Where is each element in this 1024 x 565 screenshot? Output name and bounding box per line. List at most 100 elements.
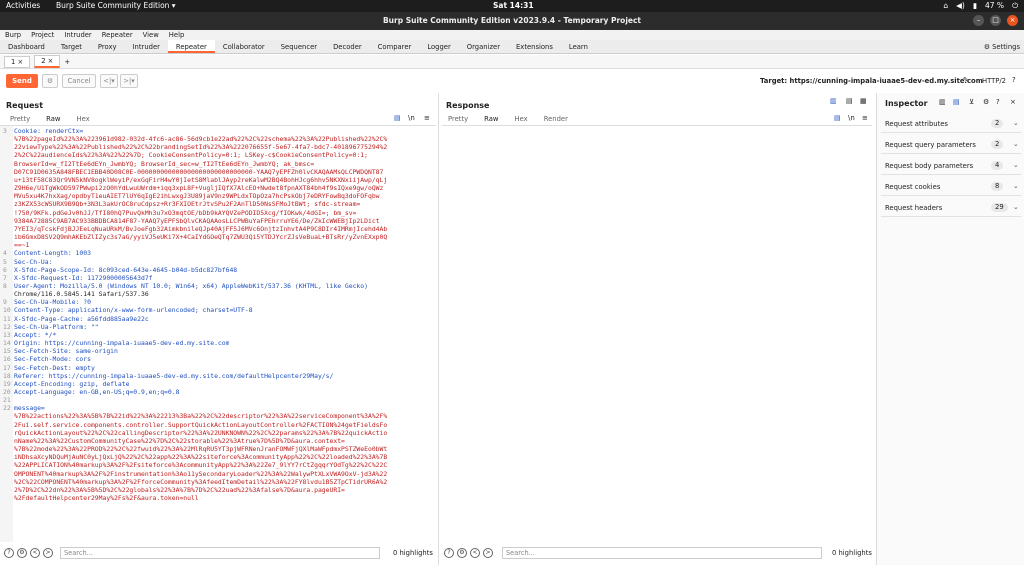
line-text: Cookie: renderCtx=: [14, 127, 84, 135]
chevron-down-icon: ⌄: [1013, 203, 1019, 211]
clock[interactable]: Sat 14:31: [493, 1, 534, 10]
repeater-tab-2[interactable]: 2 ×: [34, 55, 61, 68]
line-text: 2Fui.self.service.components.controller.…: [14, 420, 388, 429]
inspector-layout-icon[interactable]: ▥: [939, 98, 946, 106]
tab-comparer[interactable]: Comparer: [370, 40, 420, 53]
line-text: 7YEI3/qTcskFdjBJJEeLqNuaURkM/BvJoeFgb32A…: [14, 224, 388, 233]
menu-help[interactable]: Help: [169, 30, 185, 40]
inspector-settings-icon[interactable]: ⚙: [983, 98, 989, 106]
inspector-layout-active-icon[interactable]: ▤: [953, 98, 960, 106]
layout-side-icon[interactable]: ▥: [830, 97, 837, 105]
row-label: Request headers: [885, 204, 943, 212]
newline-icon[interactable]: \n: [408, 114, 415, 122]
app-menu[interactable]: Burp Suite Community Edition ▾: [56, 1, 176, 10]
inspector-row-cookies[interactable]: Request cookies 8 ⌄: [881, 178, 1021, 196]
maximize-icon[interactable]: □: [990, 15, 1001, 26]
line-text: ==~1: [14, 241, 30, 250]
response-prev-circle-icon[interactable]: <: [470, 548, 480, 558]
activities-button[interactable]: Activities: [6, 1, 40, 10]
minimize-icon[interactable]: –: [973, 15, 984, 26]
response-search-input[interactable]: Search...: [502, 547, 822, 559]
response-newline-icon[interactable]: \n: [848, 114, 855, 122]
settings-gear-icon[interactable]: ⚙: [42, 74, 58, 88]
tab-extensions[interactable]: Extensions: [508, 40, 561, 53]
response-editor[interactable]: [442, 125, 872, 542]
menu-intruder[interactable]: Intruder: [64, 30, 91, 40]
line-text: %7B%22actions%22%3A%5B%7B%22id%22%3A%222…: [14, 412, 388, 421]
response-format-icon[interactable]: ▤: [834, 114, 841, 122]
response-next-circle-icon[interactable]: >: [483, 548, 493, 558]
tab-learn[interactable]: Learn: [561, 40, 596, 53]
inspector-row-body[interactable]: Request body parameters 4 ⌄: [881, 157, 1021, 175]
line-text: message=: [14, 404, 45, 413]
tab-intruder[interactable]: Intruder: [125, 40, 168, 53]
prev-circle-icon[interactable]: <: [30, 548, 40, 558]
close-icon[interactable]: ×: [1007, 15, 1018, 26]
window-titlebar: Burp Suite Community Edition v2023.9.4 -…: [0, 12, 1024, 30]
inspector-row-headers[interactable]: Request headers 29 ⌄: [881, 199, 1021, 217]
tab-proxy[interactable]: Proxy: [90, 40, 125, 53]
inspector-row-attributes[interactable]: Request attributes 2 ⌄: [881, 115, 1021, 133]
help-circle-icon[interactable]: ?: [4, 548, 14, 558]
next-circle-icon[interactable]: >: [43, 548, 53, 558]
tab-decoder[interactable]: Decoder: [325, 40, 370, 53]
layout-stack-icon[interactable]: ▤: [846, 97, 853, 105]
line-text: %2C%22COMPONENT%40markup%3A%2F%2FforceCo…: [14, 477, 388, 486]
line-text: Content-Length: 1003: [14, 249, 91, 258]
menu-burp[interactable]: Burp: [5, 30, 21, 40]
tab-target[interactable]: Target: [53, 40, 90, 53]
code-line: 16Sec-Fetch-Mode: cors: [3, 355, 434, 363]
http-version[interactable]: HTTP/2: [982, 77, 1006, 85]
menu-view[interactable]: View: [143, 30, 159, 40]
send-button[interactable]: Send: [6, 74, 38, 88]
request-editor[interactable]: 3Cookie: renderCtx=%7B%22pageId%22%3A%22…: [0, 125, 436, 542]
cancel-button[interactable]: Cancel: [62, 74, 96, 88]
tab-dashboard[interactable]: Dashboard: [0, 40, 53, 53]
settings-circle-icon[interactable]: ⚙: [17, 548, 27, 558]
battery-icon: ▮: [972, 1, 977, 10]
system-tray[interactable]: ⌂ ◀) ▮ 47 % ⏻: [943, 1, 1018, 11]
tab-collaborator[interactable]: Collaborator: [215, 40, 273, 53]
request-search-input[interactable]: Search...: [60, 547, 380, 559]
response-menu-icon[interactable]: ≡: [862, 114, 868, 122]
tab-organizer[interactable]: Organizer: [459, 40, 508, 53]
tab-logger[interactable]: Logger: [419, 40, 458, 53]
line-text: Accept-Language: en-GB,en-US;q=0.9,en;q=…: [14, 388, 180, 396]
row-label: Request body parameters: [885, 162, 974, 170]
request-title: Request: [6, 101, 44, 110]
response-help-circle-icon[interactable]: ?: [444, 548, 454, 558]
inspector-close-icon[interactable]: ×: [1010, 98, 1016, 106]
settings-button[interactable]: ⚙ Settings: [984, 40, 1020, 54]
add-tab-button[interactable]: +: [64, 58, 70, 66]
code-line: ==~1: [14, 241, 434, 249]
menu-icon[interactable]: ≡: [424, 114, 430, 122]
tab-repeater[interactable]: Repeater: [167, 40, 215, 53]
response-settings-circle-icon[interactable]: ⚙: [457, 548, 467, 558]
line-text: Sec-Ch-Ua-Platform: "": [14, 322, 99, 331]
panel-divider[interactable]: [438, 93, 439, 565]
edit-target-icon[interactable]: ✎: [963, 76, 969, 84]
back-arrow-icon[interactable]: <|▾: [100, 74, 118, 88]
menu-project[interactable]: Project: [31, 30, 54, 40]
forward-arrow-icon[interactable]: >|▾: [120, 74, 138, 88]
inspector-row-query[interactable]: Request query parameters 2 ⌄: [881, 136, 1021, 154]
inspector-help-icon[interactable]: ?: [996, 98, 1000, 106]
row-label: Request cookies: [885, 183, 941, 191]
format-icon[interactable]: ▤: [394, 114, 401, 122]
line-text: D07C91D0635A848FBEC1EBB40D08C0E-00000000…: [14, 167, 384, 176]
line-text: Sec-Ch-Ua:: [14, 257, 53, 266]
layout-tabs-icon[interactable]: ▦: [860, 97, 867, 105]
code-line: 11X-Sfdc-Page-Cache: a56fdd885aa9e22c: [3, 315, 434, 323]
menu-repeater[interactable]: Repeater: [102, 30, 133, 40]
chevron-down-icon: ⌄: [1013, 182, 1019, 190]
code-line: iNDhsaXcyNDQuMjAuNC0yLjQxLjQ%22%2C%22app…: [14, 453, 434, 461]
request-code: 3Cookie: renderCtx=%7B%22pageId%22%3A%22…: [3, 127, 434, 502]
inspector-filter-icon[interactable]: ⊻: [969, 98, 974, 106]
tab-sequencer[interactable]: Sequencer: [273, 40, 325, 53]
line-text: rQuickActionLayout%22%2C%22callingDescri…: [14, 428, 388, 437]
line-text: %7B%22mode%22%3A%22PROD%22%2C%22fwuid%22…: [14, 445, 388, 454]
help-icon[interactable]: ?: [1012, 76, 1016, 84]
code-line: z3KZX53cWSURX9B9Qb+3N3L3akUrOC8ruCdpsz+R…: [14, 200, 434, 208]
line-text: %22APPLICATION%40markup%3A%2F%2Fsiteforc…: [14, 461, 388, 470]
repeater-tab-1[interactable]: 1 ×: [4, 55, 31, 68]
